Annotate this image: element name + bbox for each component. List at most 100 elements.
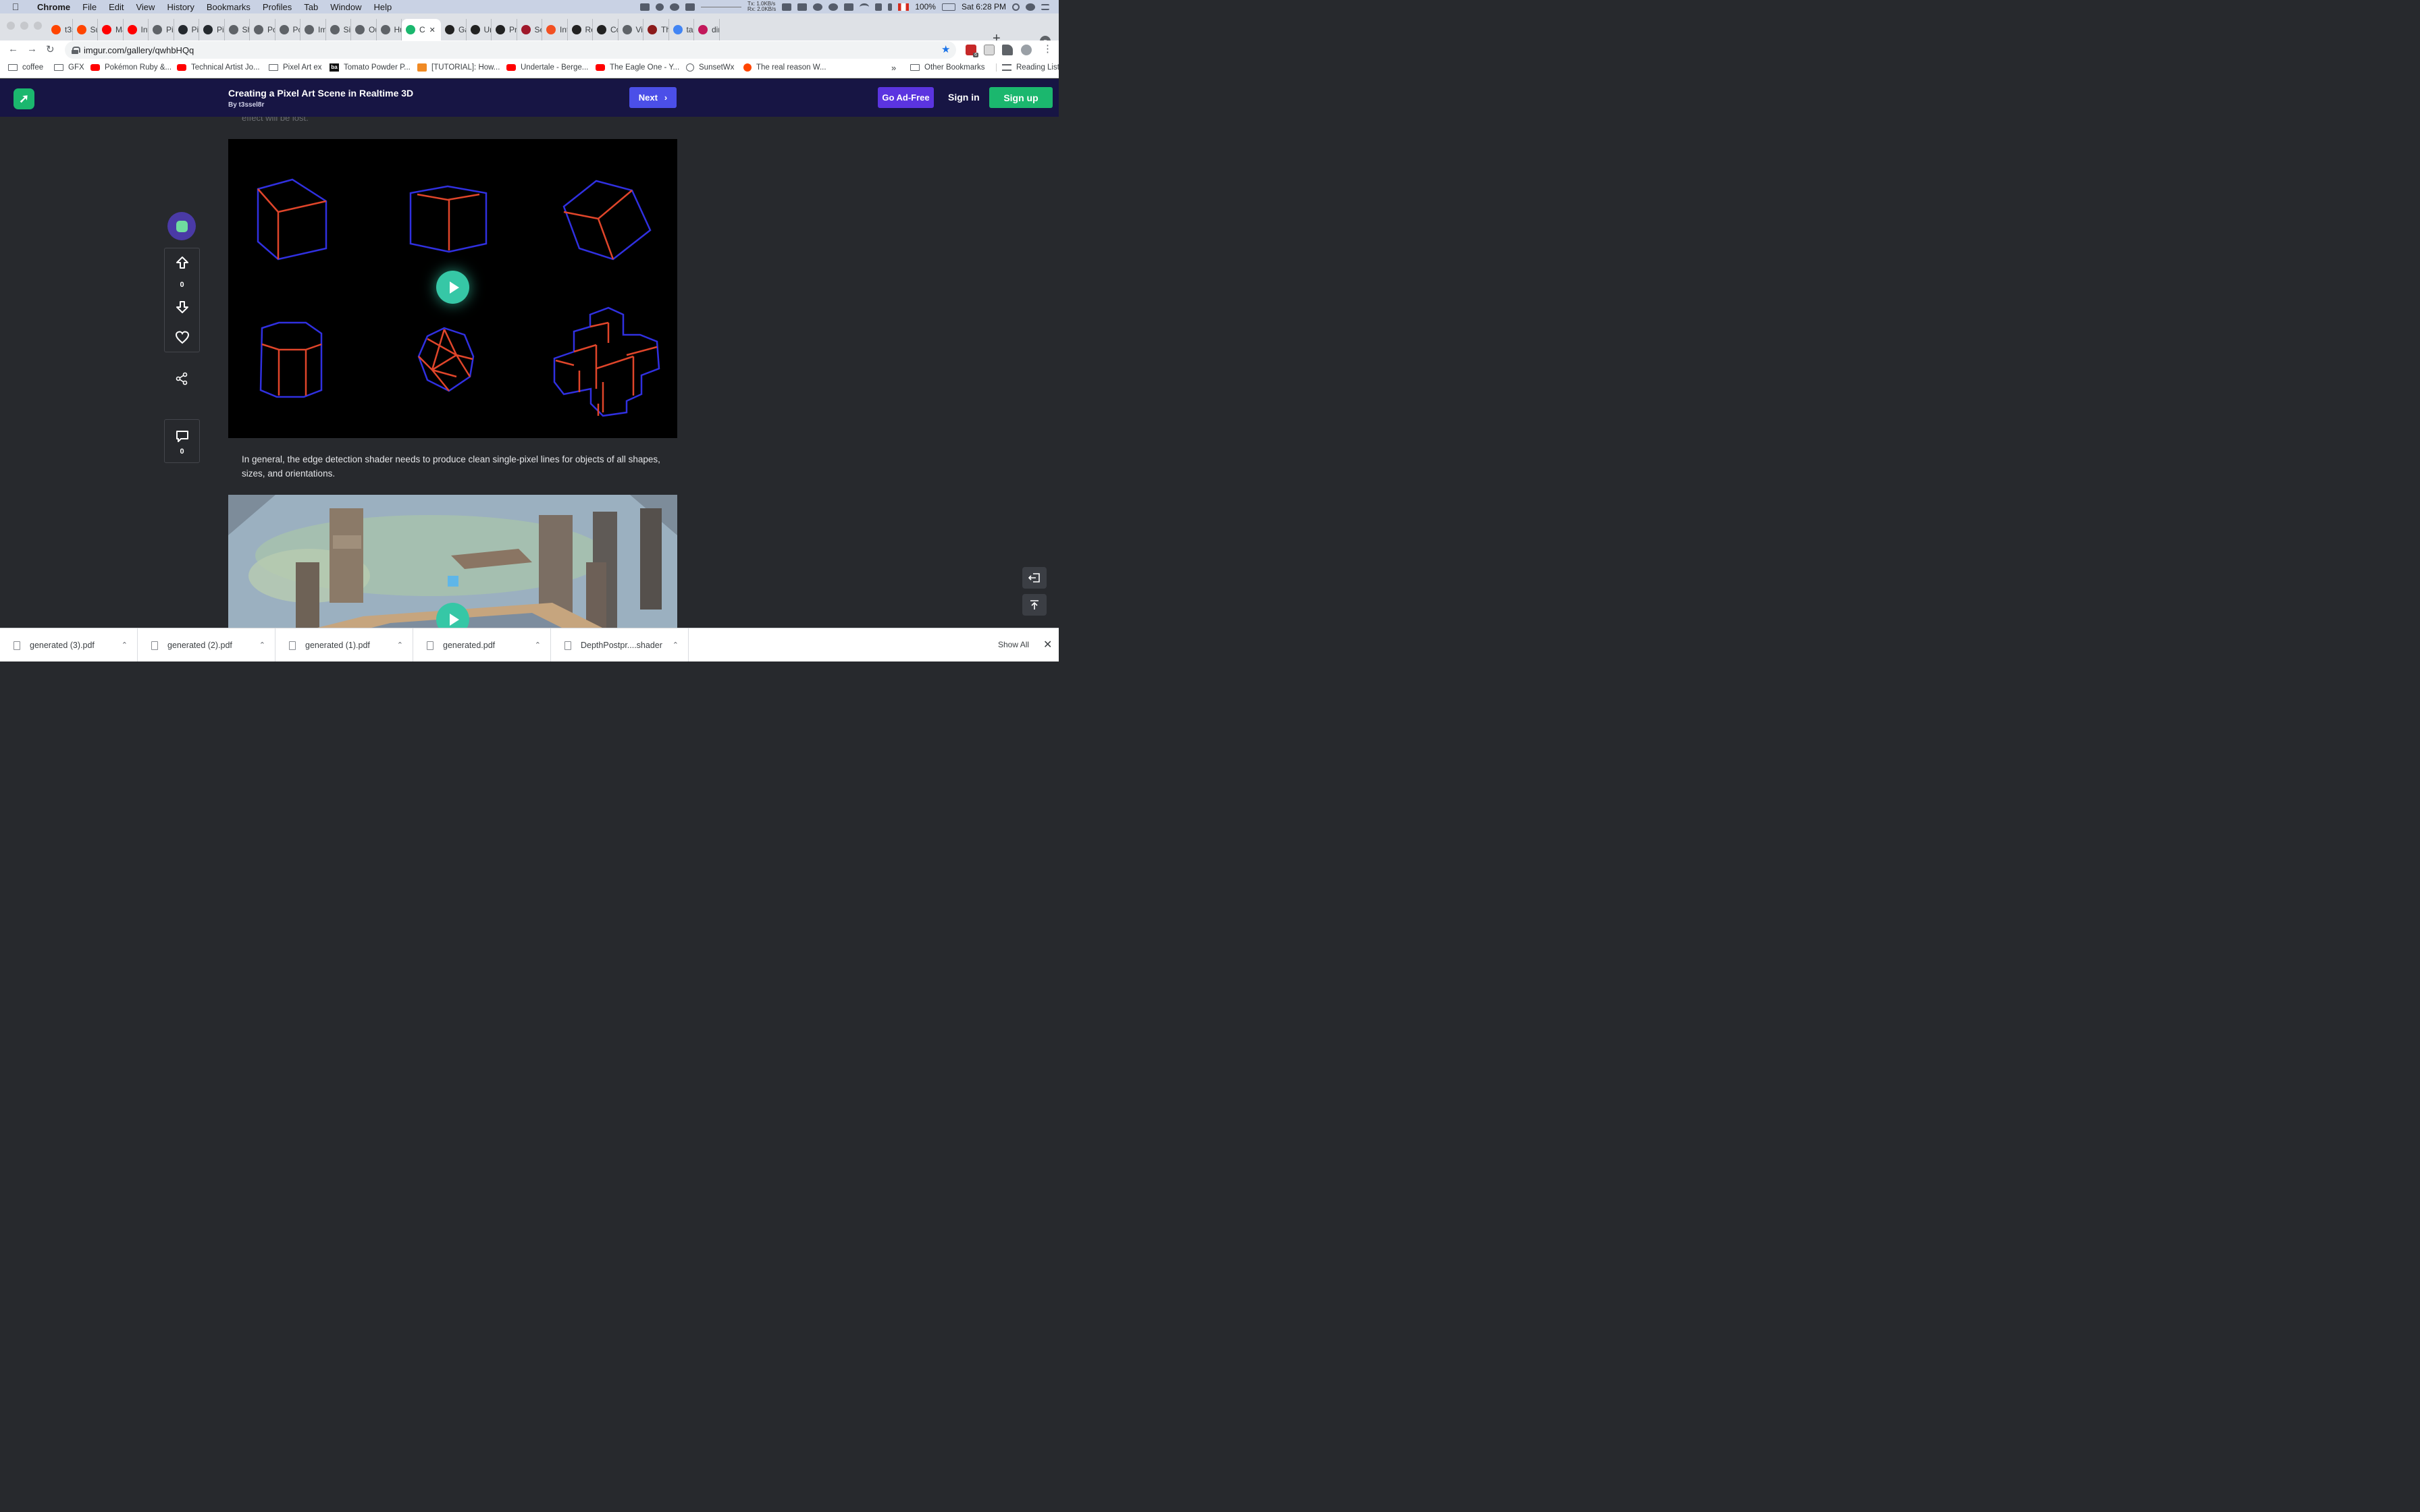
close-window-icon[interactable]	[7, 22, 15, 30]
browser-tab[interactable]: Pos	[275, 19, 300, 40]
bookmarks-overflow-chevron[interactable]: »	[891, 63, 896, 73]
post-author[interactable]: By t3ssel8r	[228, 101, 264, 109]
reload-icon[interactable]: ↻	[46, 43, 55, 55]
menu-view[interactable]: View	[130, 2, 161, 12]
reading-list[interactable]: Reading List	[996, 63, 1059, 72]
download-item[interactable]: generated (2).pdf ⌃	[138, 628, 275, 662]
extension-badge-icon[interactable]: 6	[966, 45, 978, 57]
moon-icon[interactable]	[813, 3, 823, 11]
display-icon[interactable]	[797, 3, 808, 11]
bookmark-star-icon[interactable]: ★	[941, 43, 950, 55]
bookmark-item[interactable]: Technical Artist Jo...	[177, 63, 260, 72]
sync-icon[interactable]	[656, 3, 664, 11]
download-item[interactable]: generated (3).pdf ⌃	[0, 628, 138, 662]
bookmark-item[interactable]: ba Tomato Powder P...	[330, 63, 411, 72]
chevron-up-icon[interactable]: ⌃	[122, 641, 128, 649]
browser-tab[interactable]: Out	[351, 19, 377, 40]
wifi-icon[interactable]	[860, 3, 870, 11]
next-post-button[interactable]: Next ›	[629, 87, 677, 108]
menu-history[interactable]: History	[161, 2, 200, 12]
minimize-window-icon[interactable]	[20, 22, 28, 30]
menu-help[interactable]: Help	[368, 2, 398, 12]
menu-edit[interactable]: Edit	[103, 2, 130, 12]
menu-window[interactable]: Window	[324, 2, 367, 12]
bluetooth-icon[interactable]	[888, 3, 893, 11]
forward-arrow-icon[interactable]: →	[27, 43, 37, 55]
input-source-flag-icon[interactable]	[898, 3, 910, 11]
sign-up-button[interactable]: Sign up	[989, 87, 1053, 108]
pixel-art-scene-video[interactable]	[228, 495, 677, 628]
browser-tab[interactable]: tan	[669, 19, 694, 40]
browser-tab[interactable]: Pos	[250, 19, 275, 40]
browser-tab[interactable]: Mak	[98, 19, 124, 40]
browser-tab[interactable]: Sec	[517, 19, 542, 40]
menu-profiles[interactable]: Profiles	[257, 2, 298, 12]
sign-in-link[interactable]: Sign in	[948, 92, 980, 103]
chevron-up-icon[interactable]: ⌃	[397, 641, 403, 649]
menu-bookmarks[interactable]: Bookmarks	[201, 2, 257, 12]
download-item[interactable]: generated (1).pdf ⌃	[275, 628, 413, 662]
imgur-logo-icon[interactable]: ➚	[14, 88, 34, 109]
browser-tab[interactable]: Con	[593, 19, 619, 40]
back-arrow-icon[interactable]: ←	[8, 43, 18, 55]
exit-fullscreen-button[interactable]	[1022, 567, 1047, 589]
bookmark-item[interactable]: Pixel Art ex	[269, 63, 322, 72]
favorite-heart-icon[interactable]	[175, 330, 190, 345]
extensions-puzzle-icon[interactable]	[1002, 45, 1013, 55]
browser-tab[interactable]: Sha	[225, 19, 250, 40]
browser-tab[interactable]: Hul	[377, 19, 402, 40]
chevron-up-icon[interactable]: ⌃	[673, 641, 679, 649]
upvote-arrow-icon[interactable]	[175, 255, 190, 270]
bookmark-item[interactable]: coffee	[8, 63, 43, 72]
author-avatar[interactable]	[167, 212, 196, 240]
battery-icon[interactable]	[941, 3, 955, 11]
downvote-arrow-icon[interactable]	[175, 300, 190, 315]
browser-tab[interactable]: t3s	[47, 19, 73, 40]
browser-tab[interactable]: Sin	[326, 19, 351, 40]
browser-tab[interactable]: Intr	[124, 19, 149, 40]
profile-avatar[interactable]	[1021, 45, 1032, 55]
drive-icon[interactable]	[782, 3, 792, 11]
chevron-up-icon[interactable]: ⌃	[535, 641, 541, 649]
bookmark-item[interactable]: SunsetWx	[686, 63, 734, 72]
spotlight-icon[interactable]	[1012, 3, 1020, 11]
maximize-window-icon[interactable]	[34, 22, 42, 30]
volume-icon[interactable]	[875, 3, 883, 11]
download-item[interactable]: DepthPostpr....shader ⌃	[551, 628, 689, 662]
other-bookmarks[interactable]: Other Bookmarks	[910, 63, 984, 72]
browser-tab[interactable]: The	[643, 19, 669, 40]
bookmark-item[interactable]: Undertale - Berge...	[506, 63, 588, 72]
browser-tab[interactable]: Pixe	[174, 19, 199, 40]
apple-icon[interactable]: 	[0, 1, 31, 12]
menu-app-name[interactable]: Chrome	[31, 2, 76, 12]
siri-icon[interactable]	[1026, 3, 1035, 11]
browser-tab[interactable]: Intr	[542, 19, 568, 40]
browser-tab[interactable]: Imp	[300, 19, 326, 40]
address-bar[interactable]	[65, 41, 956, 59]
lock-icon[interactable]	[72, 46, 80, 54]
menu-tab[interactable]: Tab	[298, 2, 324, 12]
send-icon[interactable]	[685, 3, 695, 11]
close-tab-icon[interactable]: ✕	[429, 26, 436, 34]
back-to-top-button[interactable]	[1022, 594, 1047, 616]
browser-tab[interactable]: Visu	[619, 19, 643, 40]
chat-icon[interactable]	[828, 3, 839, 11]
edge-detection-video[interactable]	[228, 139, 677, 438]
url-input[interactable]	[84, 45, 894, 55]
play-video-button[interactable]	[436, 271, 469, 304]
share-icon[interactable]	[175, 372, 188, 385]
browser-tab[interactable]: Pixe	[149, 19, 174, 40]
menu-file[interactable]: File	[76, 2, 103, 12]
bookmark-item[interactable]: The Eagle One - Y...	[596, 63, 679, 72]
cast-icon[interactable]	[984, 45, 995, 55]
bookmark-item[interactable]: The real reason W...	[743, 63, 826, 72]
camera-icon[interactable]	[640, 3, 650, 11]
audio-bars-icon[interactable]	[844, 3, 854, 11]
comments-panel[interactable]: 0	[164, 419, 200, 463]
browser-tab[interactable]: Pixe	[199, 19, 225, 40]
bookmark-item[interactable]: Pokémon Ruby &...	[90, 63, 172, 72]
close-shelf-icon[interactable]: ✕	[1043, 638, 1052, 651]
bookmark-item[interactable]: GFX	[54, 63, 84, 72]
vpn-icon[interactable]	[670, 3, 679, 11]
browser-tab[interactable]: Sun	[73, 19, 98, 40]
